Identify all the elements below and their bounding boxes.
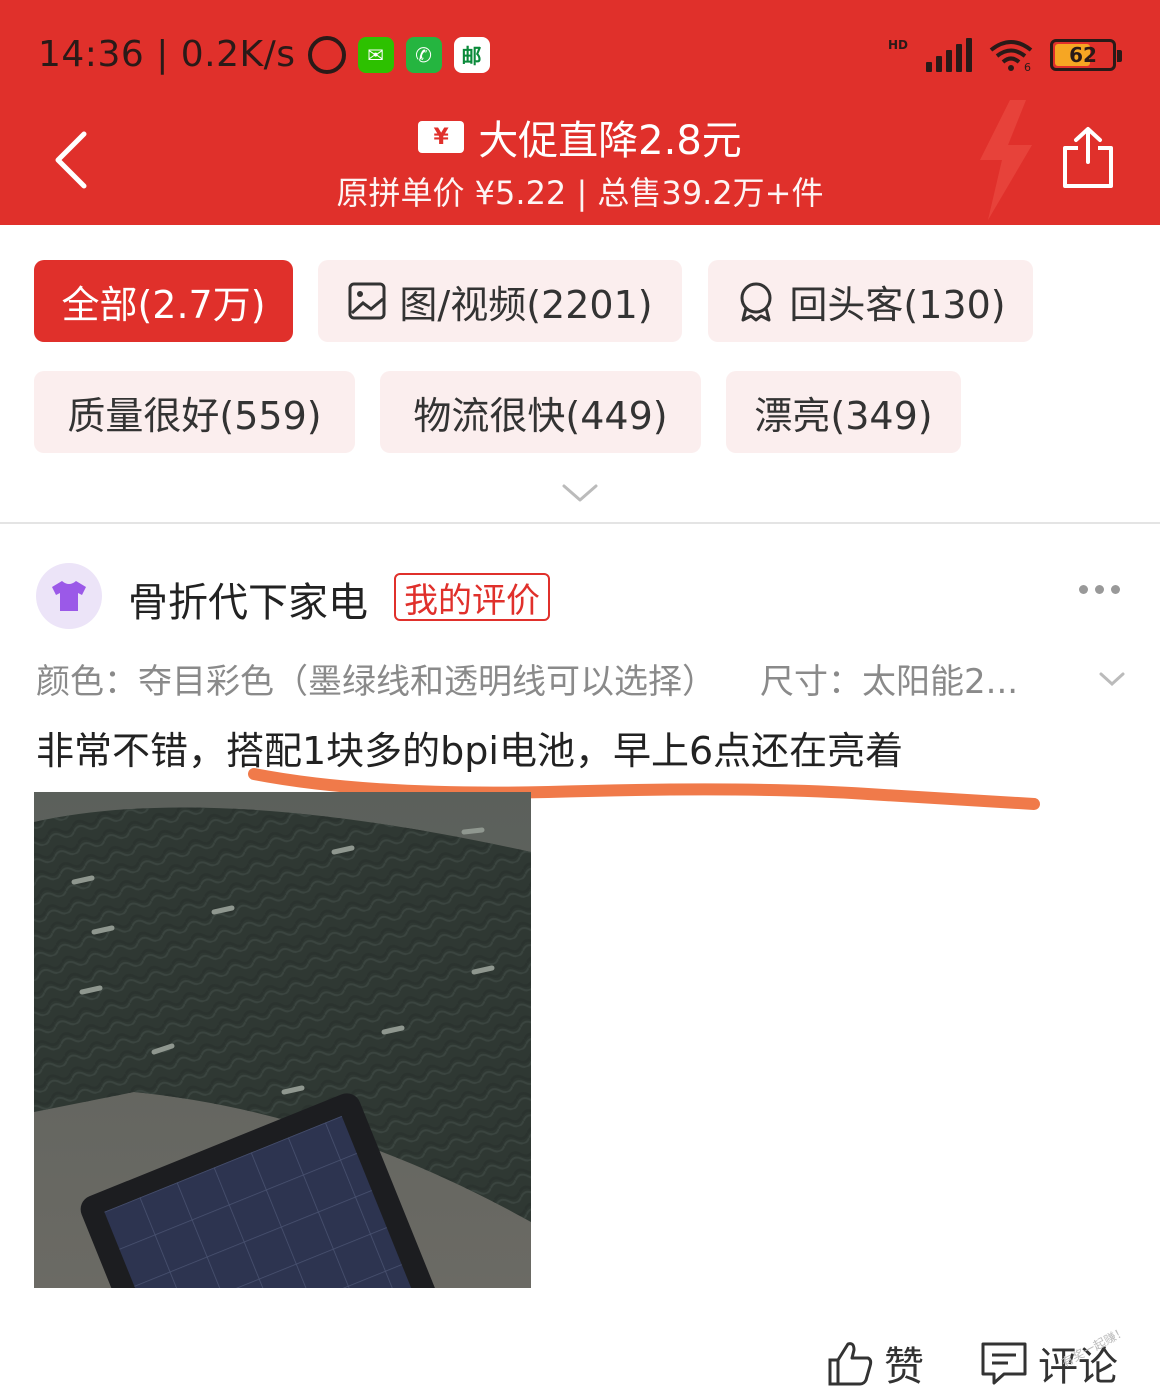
comment-icon [981,1342,1027,1385]
status-time: 14:36 | 0.2K/s [38,34,296,75]
coupon-icon: ¥ [418,121,465,153]
medal-icon [740,282,772,322]
wechat-icon: ✉ [357,36,394,73]
phone-icon: ✆ [405,36,442,73]
filter-tag-repeat-customer[interactable]: 回头客(130) [708,260,1033,342]
signal-icon [926,38,972,72]
more-options-icon[interactable] [1079,585,1120,594]
filter-tag-label: 回头客(130) [789,282,1006,327]
thumbs-up-icon [828,1342,873,1386]
filter-tag-shipping[interactable]: 物流很快(449) [380,371,701,453]
post-app-icon: 邮 [453,36,490,73]
avatar[interactable] [36,563,102,629]
filter-tag-quality[interactable]: 质量很好(559) [34,371,355,453]
promo-title: 大促直降2.8元 [478,118,742,164]
filter-tag-label: 物流很快(449) [413,393,668,438]
filter-tag-label: 漂亮(349) [754,393,933,438]
my-review-badge: 我的评价 [394,573,550,621]
bolt-decoration-icon [980,100,1032,220]
filter-tag-all[interactable]: 全部(2.7万) [34,260,293,342]
status-bar: 14:36 | 0.2K/s ✉ ✆ 邮 HD 6 62 [0,0,1160,110]
divider [0,522,1160,524]
product-spec: 颜色：夺目彩色（墨绿线和透明线可以选择） 尺寸：太阳能2... [36,654,1018,703]
hd-label: HD [887,38,908,52]
tshirt-icon [52,581,86,611]
filter-tag-label: 全部(2.7万) [61,282,266,327]
status-right: HD 6 62 [887,38,1122,72]
like-button[interactable]: 赞 [826,1334,924,1392]
spec-color: 颜色：夺目彩色（墨绿线和透明线可以选择） [36,662,716,702]
filter-tag-pretty[interactable]: 漂亮(349) [726,371,961,453]
alarm-icon [307,35,346,74]
filter-tag-media[interactable]: 图/视频(2201) [318,260,682,342]
status-left: 14:36 | 0.2K/s ✉ ✆ 邮 [38,34,490,75]
chevron-down-icon[interactable] [560,478,600,508]
review-photo[interactable] [34,792,531,1288]
header-bar: 14:36 | 0.2K/s ✉ ✆ 邮 HD 6 62 ¥ 大促直降2.8元 … [0,0,1160,225]
filter-tag-label: 图/视频(2201) [399,282,653,327]
wifi-icon: 6 [989,40,1033,72]
battery-level: 62 [1069,43,1097,67]
like-label: 赞 [884,1344,924,1390]
filter-tag-label: 质量很好(559) [67,393,322,438]
review-actions: 赞 评论 [0,1330,1160,1390]
battery-icon: 62 [1050,39,1122,71]
spec-chevron-down-icon[interactable] [1098,668,1126,690]
image-icon [348,282,386,320]
string-lights-photo [34,792,531,1288]
share-icon[interactable] [1060,126,1116,190]
reviewer-name[interactable]: 骨折代下家电 [128,570,368,628]
spec-size: 尺寸：太阳能2... [760,662,1019,702]
wifi-label: 6 [1024,61,1031,72]
